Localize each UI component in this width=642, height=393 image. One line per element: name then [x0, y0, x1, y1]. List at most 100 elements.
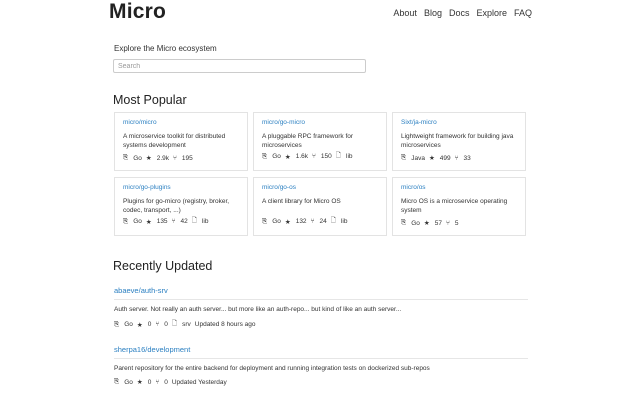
repo-name-link[interactable]: micro/go-plugins [123, 184, 239, 191]
fork-icon: ⑂ [310, 218, 315, 225]
fork-count: 24 [319, 218, 327, 225]
nav-explore[interactable]: Explore [476, 8, 507, 18]
repo-card[interactable]: micro/go-os A client library for Micro OS… [253, 177, 387, 236]
star-icon: ★ [284, 153, 291, 161]
type-label: lib [340, 218, 348, 225]
recent-meta: ⎘ Go ★ 0 ⑂ 0 🗋 srv Updated 8 hours ago [114, 319, 528, 330]
fork-count: 0 [164, 378, 168, 386]
star-count: 57 [434, 219, 442, 227]
star-icon: ★ [145, 218, 152, 226]
fork-icon: ⑂ [312, 153, 316, 160]
divider [114, 358, 528, 359]
language-label: Go [272, 153, 281, 160]
fork-icon: ⑂ [445, 219, 450, 227]
repo-description: Micro OS is a microservice operating sys… [401, 198, 508, 214]
brand-logo[interactable]: Micro [109, 0, 166, 24]
fork-icon: ⑂ [173, 154, 177, 162]
recent-description: Auth server. Not really an auth server..… [114, 306, 402, 313]
top-nav: About Blog Docs Explore FAQ [393, 8, 532, 18]
repo-card[interactable]: Sixt/ja-micro Lightweight framework for b… [392, 112, 526, 171]
star-icon: ★ [423, 220, 430, 227]
recent-description: Parent repository for the entire backend… [114, 365, 430, 372]
star-count: 132 [295, 218, 307, 225]
recent-item: abaeve/auth-srv Auth server. Not really a… [114, 286, 528, 330]
updated-label: Updated 8 hours ago [194, 321, 256, 328]
repo-card[interactable]: micro/os Micro OS is a microservice opera… [392, 177, 526, 236]
repo-meta: ⎘ Go ★ 135 ⑂ 42 🗋 lib [123, 216, 208, 227]
language-label: Go [133, 218, 142, 225]
nav-docs[interactable]: Docs [449, 8, 470, 18]
language-icon: ⎘ [262, 217, 268, 225]
fork-count: 42 [180, 218, 188, 225]
popular-grid: micro/micro A microservice toolkit for di… [114, 112, 527, 236]
type-label: lib [201, 218, 209, 225]
repo-name-link[interactable]: micro/go-os [262, 184, 378, 191]
repo-name-link[interactable]: micro/micro [123, 119, 239, 126]
language-icon: ⎘ [262, 152, 268, 160]
repo-meta: ⎘ Go ★ 1.6k ⑂ 150 🗋 lib [262, 151, 353, 162]
fork-icon: ⑂ [155, 321, 160, 328]
repo-name-link[interactable]: micro/os [401, 184, 517, 191]
star-count: 135 [156, 218, 168, 225]
star-count: 0 [147, 378, 152, 386]
repo-description: A pluggable RPC framework for microservi… [262, 133, 354, 149]
nav-blog[interactable]: Blog [424, 8, 442, 18]
recent-meta: ⎘ Go ★ 0 ⑂ 0 Updated Yesterday [114, 378, 528, 386]
repo-name-link[interactable]: Sixt/ja-micro [401, 119, 517, 126]
fork-count: 5 [454, 219, 459, 227]
fork-count: 0 [164, 321, 168, 328]
fork-icon: ⑂ [155, 378, 160, 386]
recent-repo-link[interactable]: sherpa16/development [114, 345, 528, 354]
star-icon: ★ [136, 379, 143, 386]
language-icon: ⎘ [114, 378, 120, 385]
star-count: 499 [439, 154, 451, 162]
star-count: 1.6k [295, 153, 308, 160]
fork-icon: ⑂ [454, 154, 459, 162]
star-icon: ★ [428, 155, 435, 162]
language-label: Go [133, 154, 142, 162]
language-label: Go [124, 321, 133, 328]
nav-about[interactable]: About [393, 8, 417, 18]
file-icon: 🗋 [171, 320, 178, 327]
search-input[interactable] [113, 59, 366, 73]
type-label: srv [182, 321, 191, 328]
repo-card[interactable]: micro/micro A microservice toolkit for di… [114, 112, 248, 171]
star-count: 2.9k [156, 154, 169, 162]
language-icon: ⎘ [401, 219, 407, 226]
file-icon: 🗋 [330, 217, 336, 224]
language-icon: ⎘ [123, 154, 129, 161]
star-icon: ★ [284, 218, 291, 226]
repo-meta: ⎘ Go ★ 57 ⑂ 5 [401, 219, 458, 227]
language-label: Go [411, 219, 420, 227]
language-icon: ⎘ [401, 154, 407, 161]
nav-faq[interactable]: FAQ [514, 8, 532, 18]
divider [114, 299, 528, 300]
fork-count: 33 [463, 154, 471, 162]
star-icon: ★ [136, 321, 143, 329]
recently-updated-heading: Recently Updated [113, 259, 213, 273]
star-icon: ★ [145, 155, 152, 162]
repo-description: A microservice toolkit for distributed s… [123, 133, 226, 149]
most-popular-heading: Most Popular [113, 93, 187, 107]
repo-card[interactable]: micro/go-plugins Plugins for go-micro (re… [114, 177, 248, 236]
repo-meta: ⎘ Go ★ 2.9k ⑂ 195 [123, 154, 193, 162]
repo-description: A client library for Micro OS [262, 198, 341, 205]
fork-count: 195 [181, 154, 193, 162]
language-icon: ⎘ [123, 217, 129, 225]
repo-card[interactable]: micro/go-micro A pluggable RPC framework … [253, 112, 387, 171]
recent-repo-link[interactable]: abaeve/auth-srv [114, 286, 528, 295]
fork-count: 150 [320, 153, 332, 160]
type-label: lib [346, 153, 353, 160]
header: Micro About Blog Docs Explore FAQ [0, 0, 642, 30]
repo-name-link[interactable]: micro/go-micro [262, 119, 378, 126]
repo-description: Plugins for go-micro (registry, broker, … [123, 198, 230, 214]
language-icon: ⎘ [114, 320, 120, 328]
language-label: Java [411, 154, 425, 162]
updated-label: Updated Yesterday [171, 378, 227, 386]
repo-description: Lightweight framework for building java … [401, 133, 514, 149]
file-icon: 🗋 [335, 152, 341, 159]
file-icon: 🗋 [191, 217, 197, 224]
language-label: Go [272, 218, 281, 225]
recent-item: sherpa16/development Parent repository fo… [114, 345, 528, 386]
repo-meta: ⎘ Java ★ 499 ⑂ 33 [401, 154, 471, 162]
